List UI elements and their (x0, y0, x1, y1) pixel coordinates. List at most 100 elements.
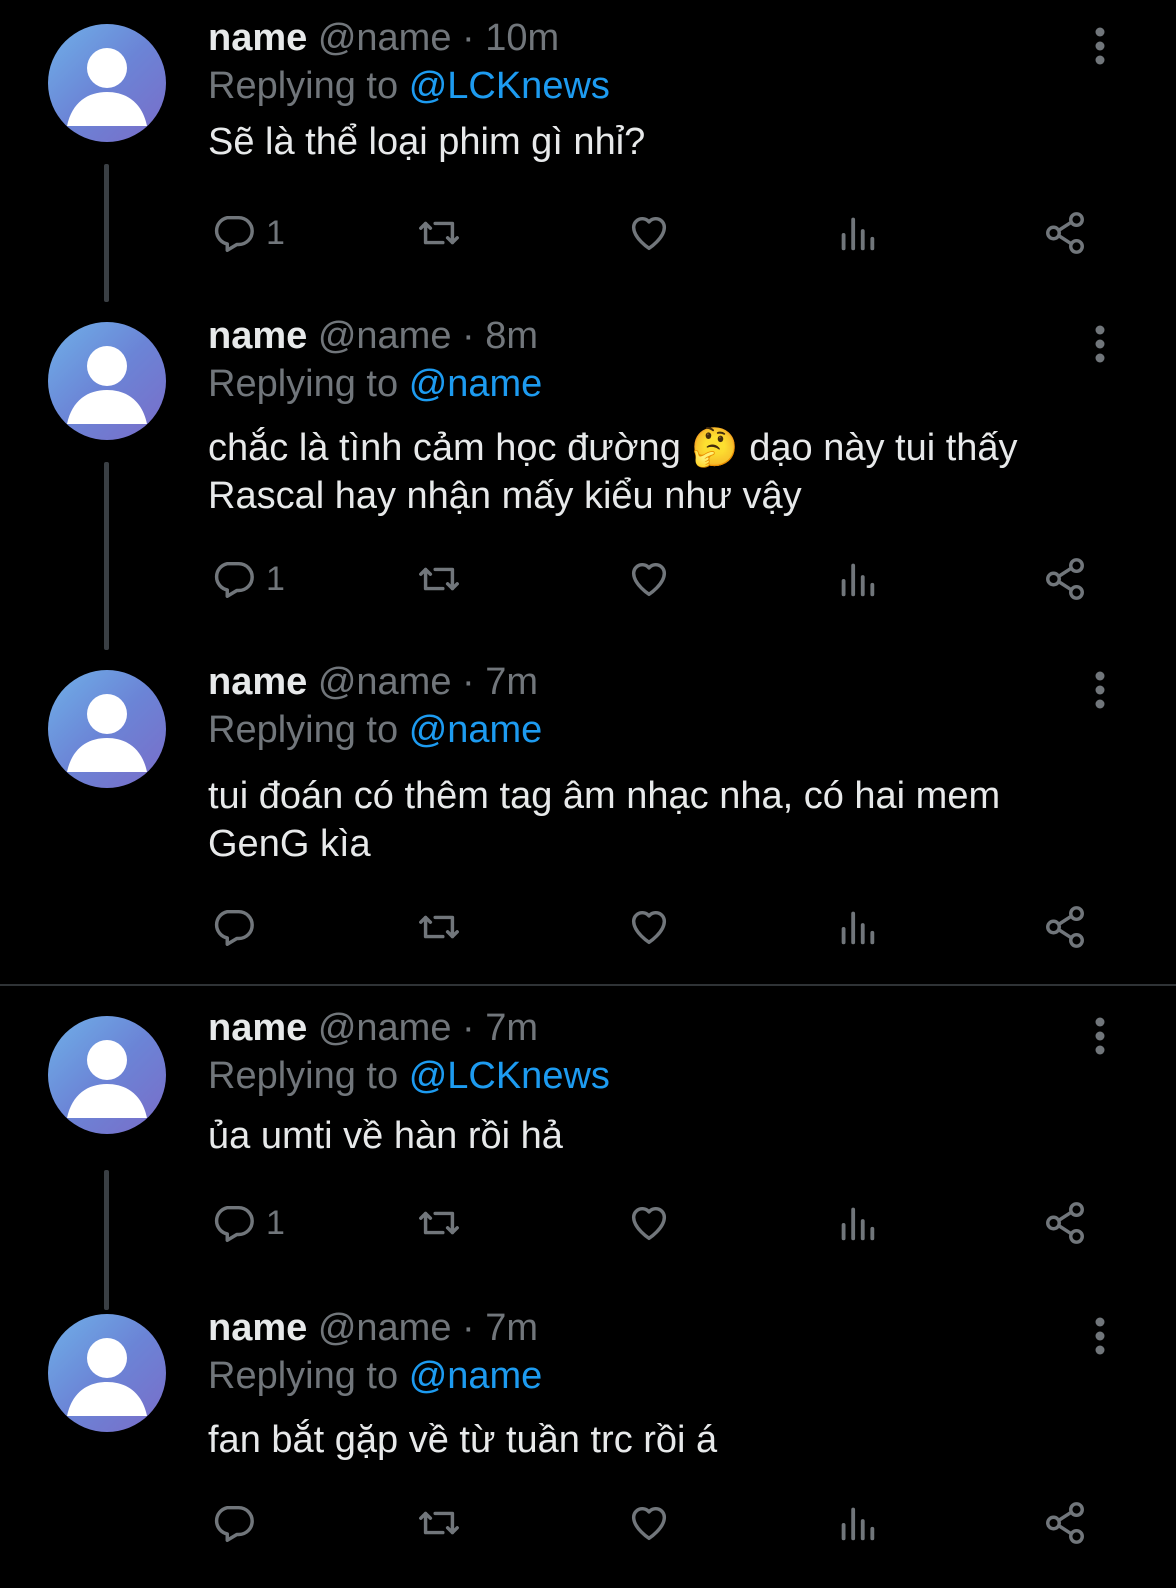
heart-icon (631, 1206, 667, 1241)
separator: · (462, 315, 475, 357)
user-handle[interactable]: @name (318, 17, 452, 59)
reply-button[interactable]: 1 (210, 208, 285, 258)
default-avatar-icon[interactable] (48, 1016, 166, 1134)
heart-icon (631, 216, 667, 251)
default-avatar-icon[interactable] (48, 322, 166, 440)
analytics-icon (841, 911, 875, 945)
views-button[interactable] (834, 1498, 880, 1548)
display-name[interactable]: name (208, 1007, 307, 1049)
mention-link[interactable]: @name (409, 363, 543, 405)
display-name[interactable]: name (208, 315, 307, 357)
display-name[interactable]: name (208, 17, 307, 59)
like-button[interactable] (626, 1498, 672, 1548)
replying-prefix: Replying to (208, 65, 399, 107)
retweet-button[interactable] (416, 208, 462, 258)
mention-link[interactable]: @LCKnews (409, 1055, 610, 1097)
display-name[interactable]: name (208, 1307, 307, 1349)
like-button[interactable] (626, 554, 672, 604)
user-handle[interactable]: @name (318, 1307, 452, 1349)
reply-button[interactable]: 1 (210, 554, 285, 604)
reply-icon (214, 1505, 254, 1542)
replying-prefix: Replying to (208, 1055, 399, 1097)
heart-icon (631, 562, 667, 597)
like-button[interactable] (626, 1198, 672, 1248)
retweet-icon (419, 915, 459, 939)
retweet-icon (419, 567, 459, 591)
tweet-actions (0, 902, 1176, 952)
mention-link[interactable]: @name (409, 1355, 543, 1397)
share-button[interactable] (1042, 1198, 1088, 1248)
analytics-icon (841, 1507, 875, 1541)
more-vertical-icon[interactable] (1086, 670, 1114, 710)
views-button[interactable] (834, 208, 880, 258)
retweet-button[interactable] (416, 1498, 462, 1548)
share-icon (1046, 558, 1084, 600)
share-button[interactable] (1042, 208, 1088, 258)
reply-icon (214, 909, 254, 946)
replying-to: Replying to @LCKnews (208, 60, 610, 112)
replying-to: Replying to @name (208, 1350, 542, 1402)
mention-link[interactable]: @name (409, 709, 543, 751)
analytics-icon (841, 563, 875, 597)
tweet-header: name @name · 8m (208, 310, 538, 362)
share-button[interactable] (1042, 902, 1088, 952)
retweet-icon (419, 1511, 459, 1535)
reply-button[interactable] (210, 1498, 266, 1548)
replying-to: Replying to @name (208, 358, 542, 410)
reply-icon (214, 215, 254, 252)
user-handle[interactable]: @name (318, 1007, 452, 1049)
more-vertical-icon[interactable] (1086, 1016, 1114, 1056)
separator: · (462, 1307, 475, 1349)
reply-count: 1 (266, 1203, 285, 1242)
share-icon (1046, 1502, 1084, 1544)
default-avatar-icon[interactable] (48, 24, 166, 142)
separator: · (462, 661, 475, 703)
views-button[interactable] (834, 902, 880, 952)
replying-to: Replying to @name (208, 704, 542, 756)
tweet-text: Sẽ là thể loại phim gì nhỉ? (208, 121, 646, 163)
tweet-header: name @name · 10m (208, 12, 559, 64)
tweet-header: name @name · 7m (208, 1002, 538, 1054)
reply-count: 1 (266, 213, 285, 252)
mention-link[interactable]: @LCKnews (409, 65, 610, 107)
timestamp[interactable]: 10m (485, 17, 559, 59)
share-icon (1046, 906, 1084, 948)
default-avatar-icon[interactable] (48, 670, 166, 788)
share-button[interactable] (1042, 1498, 1088, 1548)
reply-button[interactable] (210, 902, 266, 952)
reply-count: 1 (266, 559, 285, 598)
share-button[interactable] (1042, 554, 1088, 604)
user-handle[interactable]: @name (318, 315, 452, 357)
like-button[interactable] (626, 208, 672, 258)
share-icon (1046, 212, 1084, 254)
tweet-actions (0, 1498, 1176, 1548)
tweet-text: chắc là tình cảm học đường 🤔 dạo này tui… (208, 427, 1018, 517)
views-button[interactable] (834, 1198, 880, 1248)
tweet-actions: 1 (0, 554, 1176, 604)
timestamp[interactable]: 8m (485, 315, 538, 357)
retweet-button[interactable] (416, 554, 462, 604)
retweet-button[interactable] (416, 1198, 462, 1248)
tweet-text: tui đoán có thêm tag âm nhạc nha, có hai… (208, 775, 1001, 865)
default-avatar-icon[interactable] (48, 1314, 166, 1432)
timestamp[interactable]: 7m (485, 1007, 538, 1049)
separator: · (462, 1007, 475, 1049)
retweet-icon (419, 1211, 459, 1235)
views-button[interactable] (834, 554, 880, 604)
thread-divider (0, 984, 1176, 986)
tweet-actions: 1 (0, 1198, 1176, 1248)
retweet-button[interactable] (416, 902, 462, 952)
reply-icon (214, 1205, 254, 1242)
more-vertical-icon[interactable] (1086, 1316, 1114, 1356)
user-handle[interactable]: @name (318, 661, 452, 703)
more-vertical-icon[interactable] (1086, 324, 1114, 364)
display-name[interactable]: name (208, 661, 307, 703)
more-vertical-icon[interactable] (1086, 26, 1114, 66)
replying-prefix: Replying to (208, 1355, 399, 1397)
reply-button[interactable]: 1 (210, 1198, 285, 1248)
timestamp[interactable]: 7m (485, 1307, 538, 1349)
replying-prefix: Replying to (208, 709, 399, 751)
reply-icon (214, 561, 254, 598)
timestamp[interactable]: 7m (485, 661, 538, 703)
like-button[interactable] (626, 902, 672, 952)
